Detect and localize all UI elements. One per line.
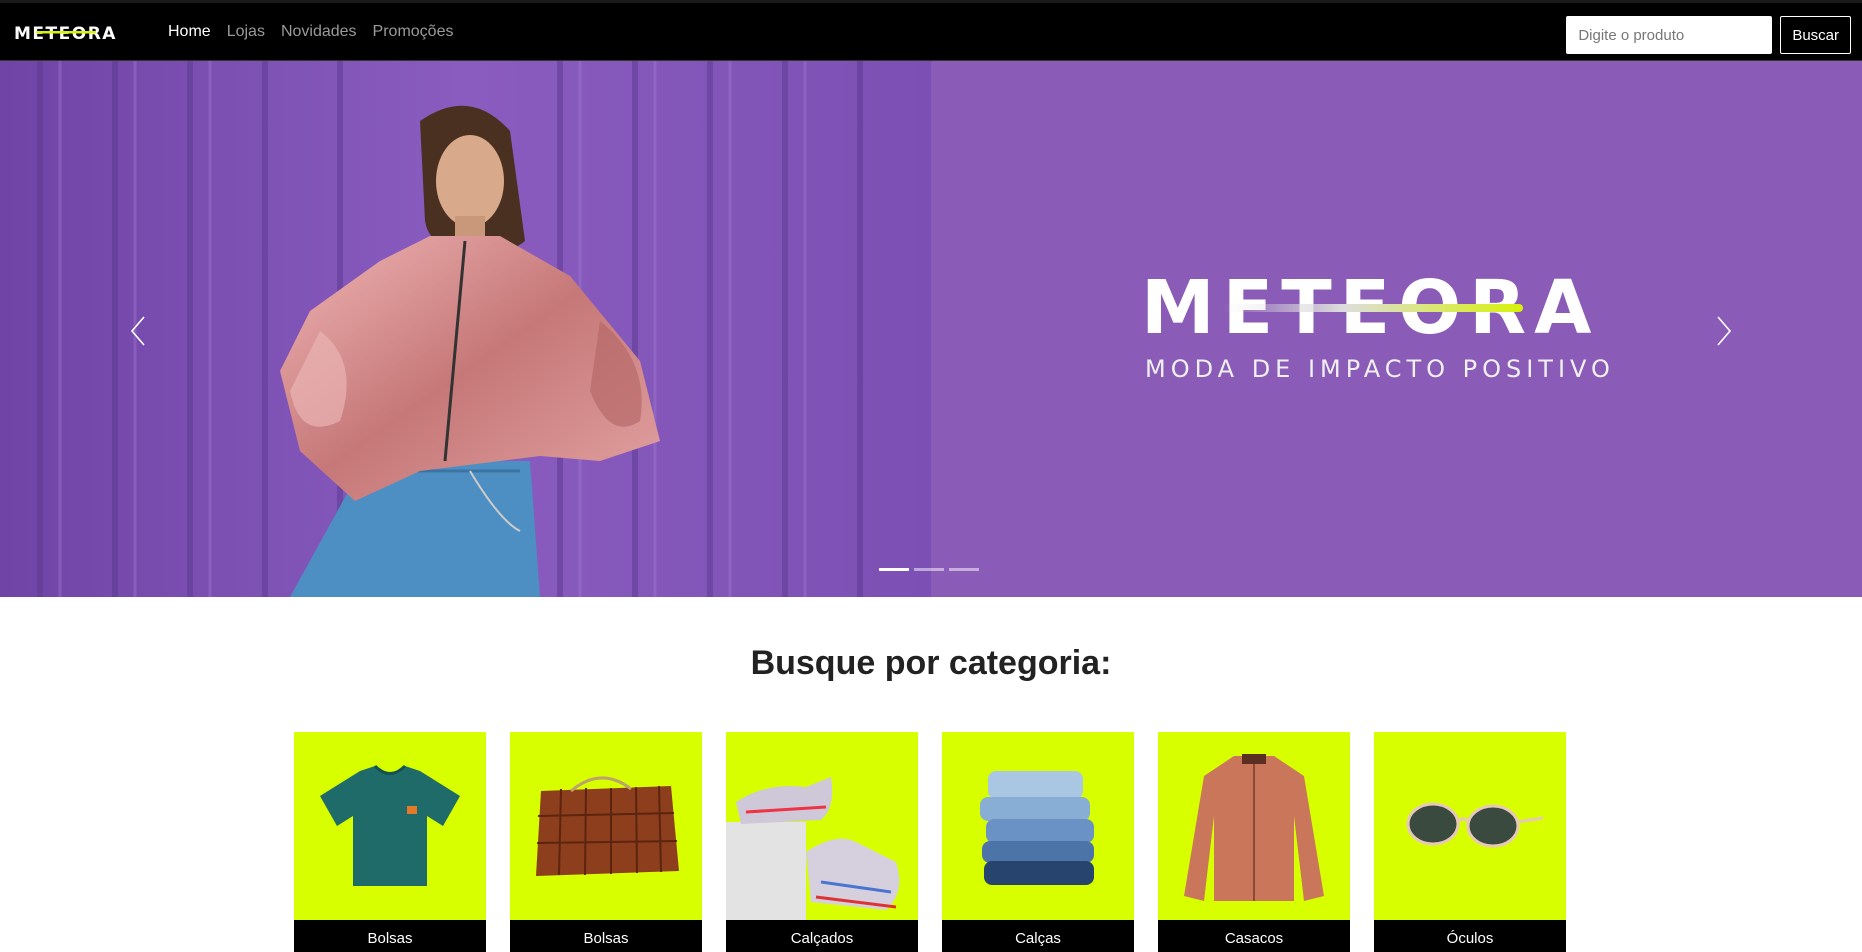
category-image (942, 732, 1134, 920)
top-navbar: METEORA Home Lojas Novidades Promoções B… (0, 0, 1862, 61)
category-card[interactable]: Calças (942, 732, 1134, 952)
carousel-indicator-3[interactable] (949, 568, 979, 571)
chevron-left-icon (130, 316, 145, 346)
category-image (294, 732, 486, 920)
logo-streak-icon (1223, 304, 1523, 312)
handbag-icon (536, 776, 679, 876)
search-form: Buscar (1566, 16, 1851, 54)
categories-title: Busque por categoria: (750, 644, 1112, 682)
jeans-icon (980, 771, 1094, 885)
nav-link-home[interactable]: Home (168, 23, 211, 41)
category-card[interactable]: Calçados (726, 732, 918, 952)
nav-link-promocoes[interactable]: Promoções (373, 23, 454, 41)
category-card[interactable]: Óculos (1374, 732, 1566, 952)
hero-logo: METEORA MODA DE IMPACTO POSITIVO (1141, 271, 1661, 383)
category-label: Calças (942, 920, 1134, 952)
carousel-prev-button[interactable] (124, 311, 154, 351)
jacket-icon (1184, 754, 1324, 901)
search-input[interactable] (1566, 16, 1773, 54)
nav-link-lojas[interactable]: Lojas (227, 23, 265, 41)
category-image (726, 732, 918, 920)
category-label: Óculos (1374, 920, 1566, 952)
category-image (1374, 732, 1566, 920)
carousel-indicator-2[interactable] (914, 568, 944, 571)
carousel-next-button[interactable] (1708, 311, 1738, 351)
brand-logo[interactable]: METEORA (14, 21, 140, 43)
carousel-indicators (879, 568, 979, 571)
chevron-right-icon (1717, 316, 1732, 346)
category-label: Casacos (1158, 920, 1350, 952)
category-card[interactable]: Casacos (1158, 732, 1350, 952)
meteora-logo-icon: METEORA (14, 24, 115, 43)
search-button[interactable]: Buscar (1780, 16, 1851, 54)
tshirt-icon (320, 764, 460, 886)
category-label: Bolsas (294, 920, 486, 952)
category-card[interactable]: Bolsas (294, 732, 486, 952)
sunglasses-icon (1406, 802, 1544, 848)
main-nav: Home Lojas Novidades Promoções (168, 23, 469, 41)
hero-logo-subtitle: MODA DE IMPACTO POSITIVO (1145, 355, 1615, 383)
nav-link-novidades[interactable]: Novidades (281, 23, 357, 41)
category-card[interactable]: Bolsas (510, 732, 702, 952)
sneakers-icon (726, 777, 900, 920)
carousel-indicator-1[interactable] (879, 568, 909, 571)
category-image (1158, 732, 1350, 920)
category-image (510, 732, 702, 920)
category-label: Calçados (726, 920, 918, 952)
category-label: Bolsas (510, 920, 702, 952)
hero-carousel: METEORA MODA DE IMPACTO POSITIVO (0, 61, 1862, 597)
category-grid: Bolsas Bolsas Calçados Calças Casacos Óc… (294, 732, 1566, 952)
